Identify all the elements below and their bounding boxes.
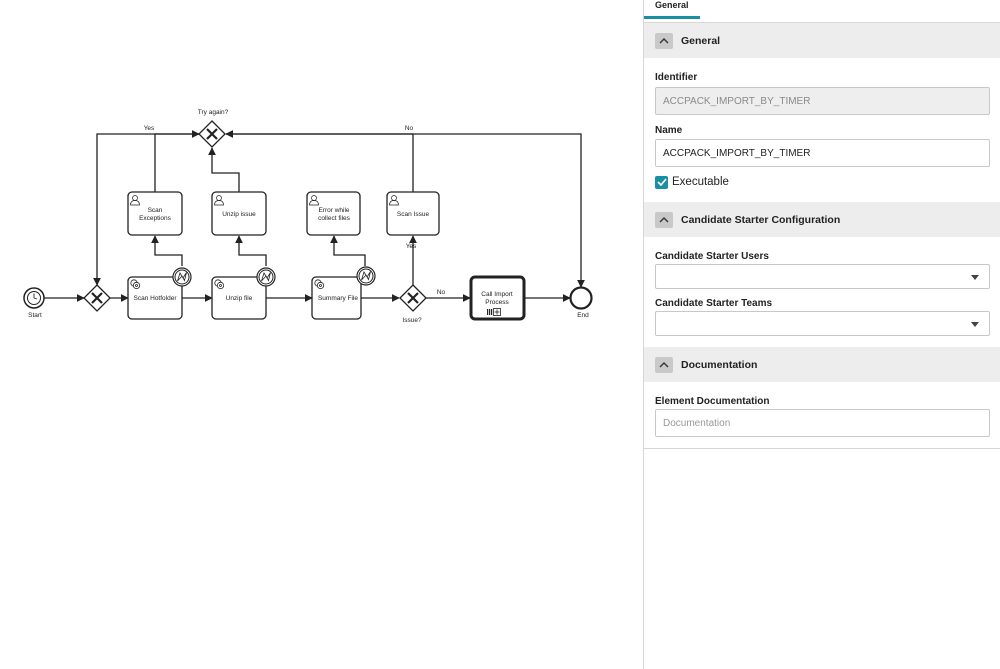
start-label: Start (28, 312, 42, 319)
subprocess-plus-icon (493, 308, 501, 316)
chevron-down-icon (971, 275, 979, 280)
end-label: End (577, 312, 589, 319)
flow-label-yes: Yes (144, 125, 155, 132)
flow-unzipissue-tryagain[interactable] (208, 147, 240, 192)
merge-gateway[interactable] (83, 284, 111, 312)
try-again-label: Try again? (198, 109, 229, 116)
task-label-line2: Process (485, 299, 509, 306)
bpmn-diagram[interactable]: Start End Try again? Issue? Yes No Yes N… (0, 0, 643, 669)
collapse-icon[interactable] (655, 356, 673, 373)
end-event[interactable] (569, 286, 593, 310)
chevron-down-icon (971, 322, 979, 327)
task-summary-file[interactable]: Summary File (311, 276, 362, 320)
task-label: Scan Hotfolder (134, 295, 178, 302)
section-documentation: Element Documentation Documentation (644, 396, 1000, 449)
task-unzip-file[interactable]: Unzip file (211, 276, 267, 320)
candidate-users-label: Candidate Starter Users (655, 251, 769, 262)
section-header-candidate[interactable]: Candidate Starter Configuration (644, 202, 1000, 237)
task-error-collect-files[interactable]: Error while collect files (306, 191, 361, 236)
call-activity-import-process[interactable]: Call Import Process (469, 275, 526, 321)
flow-label-issue-no: No (437, 289, 446, 296)
task-label: Summary File (318, 295, 358, 302)
task-scan-issue[interactable]: Scan Issue (386, 191, 440, 236)
element-documentation-label: Element Documentation (655, 396, 770, 407)
name-field[interactable]: ACCPACK_IMPORT_BY_TIMER (655, 139, 990, 167)
flow-exception-unzip[interactable] (235, 235, 267, 266)
flow-scanissue-tryagain[interactable] (225, 130, 414, 192)
identifier-field: ACCPACK_IMPORT_BY_TIMER (655, 87, 990, 115)
section-candidate: Candidate Starter Users Candidate Starte… (644, 251, 1000, 336)
tab-bar: General (644, 0, 1000, 23)
task-label-line2: collect files (318, 215, 351, 222)
executable-label: Executable (672, 176, 729, 188)
task-unzip-issue[interactable]: Unzip issue (211, 191, 267, 236)
task-label-line1: Call Import (481, 291, 513, 298)
documentation-field[interactable]: Documentation (655, 409, 990, 437)
section-title: Candidate Starter Configuration (681, 213, 841, 226)
executable-checkbox-row[interactable]: Executable (655, 175, 990, 189)
task-label: Unzip file (226, 295, 253, 302)
error-boundary-event[interactable] (356, 266, 376, 286)
documentation-placeholder: Documentation (663, 417, 731, 429)
section-header-documentation[interactable]: Documentation (644, 347, 1000, 382)
task-label: Scan Issue (397, 211, 430, 218)
flow-exception-scan[interactable] (151, 235, 183, 266)
collapse-icon[interactable] (655, 32, 673, 49)
section-title: General (681, 34, 721, 47)
error-boundary-event[interactable] (172, 267, 192, 287)
task-label-line1: Scan (148, 207, 163, 214)
task-label: Unzip issue (222, 211, 256, 218)
task-label-line1: Error while (318, 207, 349, 214)
try-again-gateway[interactable] (198, 120, 226, 148)
flow-scanexc-tryagain[interactable] (154, 130, 200, 192)
flow-exception-summary[interactable] (330, 235, 366, 266)
issue-gateway[interactable] (399, 284, 427, 312)
section-title: Documentation (681, 358, 758, 371)
identifier-label: Identifier (655, 72, 698, 83)
error-boundary-event[interactable] (256, 267, 276, 287)
task-scan-exceptions[interactable]: Scan Exceptions (127, 191, 183, 236)
start-event[interactable] (23, 287, 45, 309)
candidate-users-select[interactable] (655, 264, 990, 289)
bpmn-canvas[interactable]: Start End Try again? Issue? Yes No Yes N… (0, 0, 643, 669)
issue-label: Issue? (402, 317, 422, 324)
task-scan-hotfolder[interactable]: Scan Hotfolder (127, 276, 183, 320)
check-icon (656, 178, 667, 186)
executable-checkbox[interactable] (655, 175, 668, 189)
flow-label-issue-yes: Yes (406, 243, 417, 250)
tab-general[interactable]: General (644, 0, 700, 19)
parallel-marker-icon (487, 309, 493, 315)
candidate-teams-select[interactable] (655, 311, 990, 336)
candidate-teams-label: Candidate Starter Teams (655, 298, 773, 309)
name-label: Name (655, 125, 683, 136)
flow-label-no: No (405, 125, 414, 132)
section-general: Identifier ACCPACK_IMPORT_BY_TIMER Name … (644, 72, 1000, 189)
task-label-line2: Exceptions (139, 215, 172, 222)
section-header-general[interactable]: General (644, 23, 1000, 58)
properties-panel: General General Identifier ACCPACK_IMPOR… (643, 0, 1000, 669)
collapse-icon[interactable] (655, 211, 673, 228)
